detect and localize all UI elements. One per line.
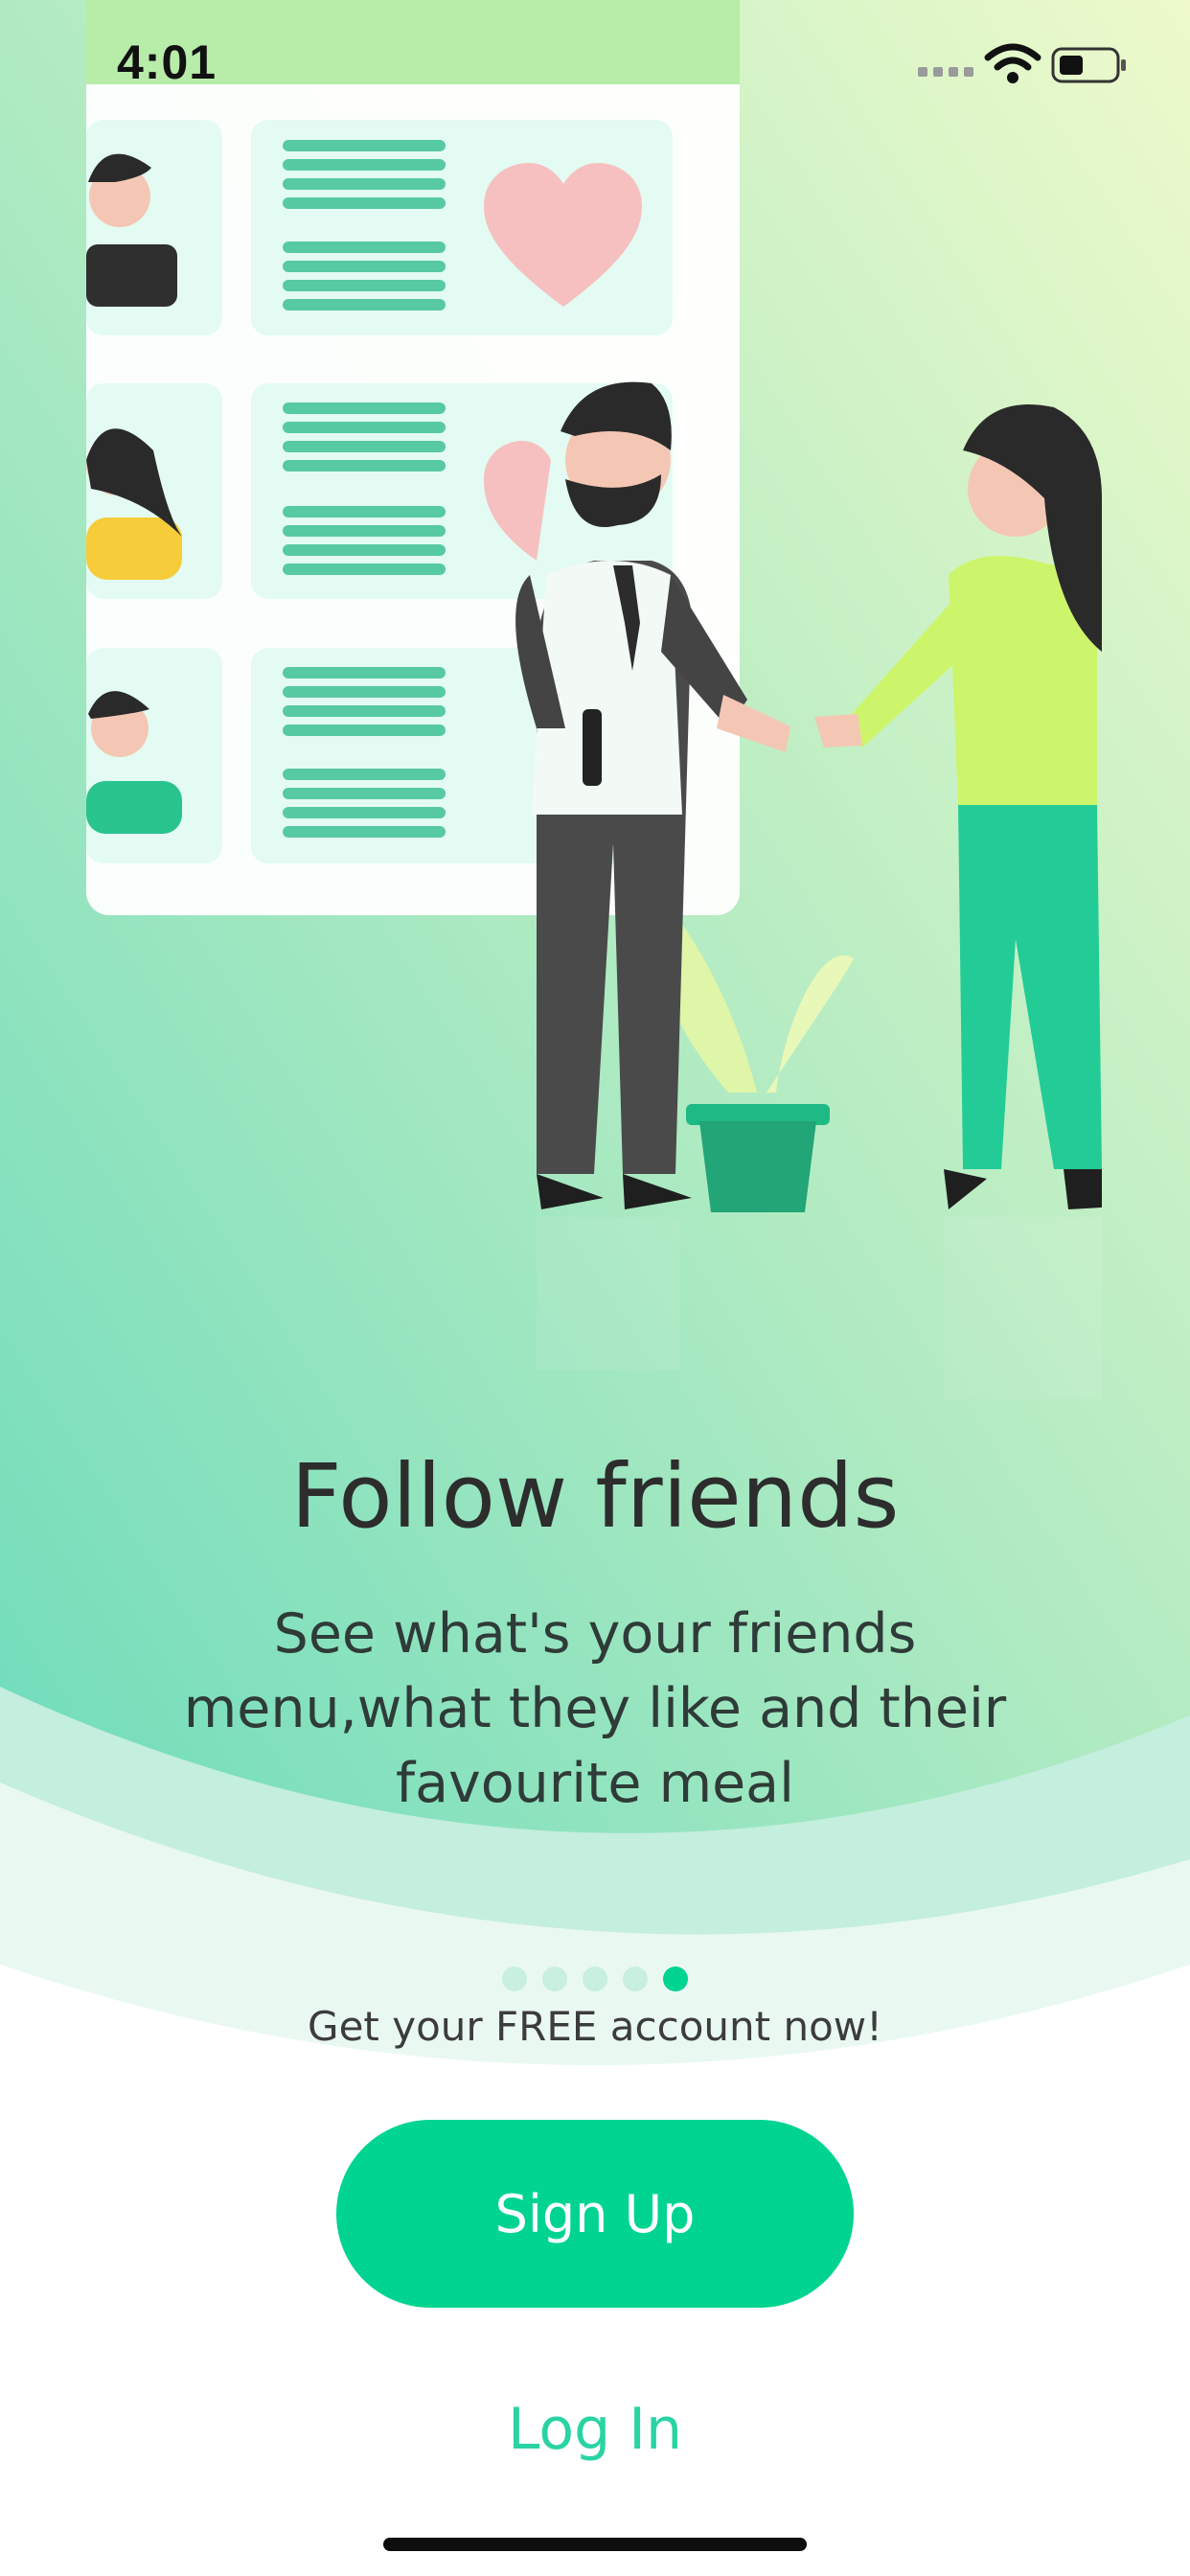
page-dot-4[interactable] xyxy=(623,1966,648,1991)
battery-icon xyxy=(1051,47,1126,83)
log-in-link[interactable]: Log In xyxy=(403,2386,787,2472)
page-dot-1[interactable] xyxy=(502,1966,527,1991)
sign-up-button[interactable]: Sign Up xyxy=(336,2120,854,2308)
page-dot-5-active[interactable] xyxy=(663,1966,688,1991)
home-indicator[interactable] xyxy=(383,2538,807,2551)
status-time: 4:01 xyxy=(117,35,217,89)
status-bar: 4:01 xyxy=(0,0,1190,125)
signal-icon xyxy=(918,67,973,77)
page-indicator[interactable] xyxy=(0,1966,1190,1995)
free-account-text: Get your FREE account now! xyxy=(308,2003,882,2050)
onboarding-description: See what's your friends menu,what they l… xyxy=(183,1602,1007,1815)
wifi-icon xyxy=(984,43,1041,83)
page-dot-2[interactable] xyxy=(542,1966,567,1991)
page-dot-3[interactable] xyxy=(583,1966,607,1991)
onboarding-title: Follow friends xyxy=(290,1445,900,1548)
friends-handshake-illustration xyxy=(86,0,1102,1399)
